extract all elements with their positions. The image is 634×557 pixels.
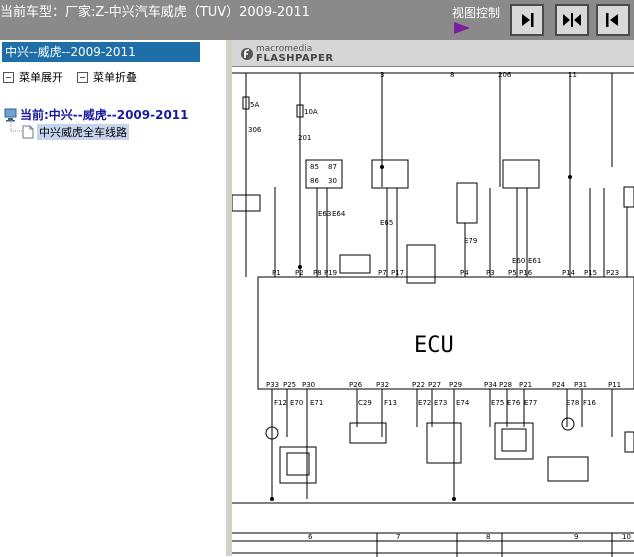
vehicle-title: 当前车型：厂家:Z-中兴汽车威虎（TUV）2009-2011	[0, 5, 310, 20]
ecu-pin-p2: P2	[295, 269, 304, 277]
conn-f12: F12	[274, 399, 287, 407]
flashpaper-viewer: macromedia FLASHPAPER 3 8 206 11 5A 10A …	[232, 40, 634, 557]
wiring-diagram: 3 8 206 11 5A 10A 306 201 85 86 87 30 E6…	[232, 71, 634, 557]
ecu-pin-p22: P22	[412, 381, 425, 389]
conn-e72: E72	[418, 399, 431, 407]
top-number-11: 11	[568, 71, 577, 79]
wire-306: 306	[248, 126, 262, 134]
fuse-label-10a: 10A	[304, 108, 318, 116]
grid-number-7: 7	[396, 533, 400, 541]
prev-page-icon	[606, 13, 618, 27]
ecu-pin-p32: P32	[376, 381, 389, 389]
document-icon	[22, 125, 34, 139]
expand-icon	[3, 71, 14, 83]
conn-e70: E70	[290, 399, 303, 407]
tree-item-wiring[interactable]: 中兴威虎全车线路	[22, 124, 129, 140]
conn-e73: E73	[434, 399, 447, 407]
view-control-label: 视图控制	[452, 6, 501, 20]
ecu-pin-p4: P4	[460, 269, 469, 277]
next-page-icon	[522, 13, 534, 27]
ecu-pin-p19: P19	[324, 269, 337, 277]
menu-collapse-button[interactable]: 菜单折叠	[77, 69, 137, 85]
top-number-8: 8	[450, 71, 454, 79]
ecu-pin-p23: P23	[606, 269, 619, 277]
fit-page-icon	[563, 13, 581, 27]
relay-label-86: 86	[310, 177, 319, 185]
wiring-diagram-page[interactable]: 3 8 206 11 5A 10A 306 201 85 86 87 30 E6…	[232, 66, 634, 557]
misc-label-e79: E79	[464, 237, 477, 245]
fit-page-button[interactable]	[555, 4, 589, 36]
ecu-pin-p16: P16	[519, 269, 533, 277]
next-page-button[interactable]	[510, 4, 544, 36]
conn-e77: E77	[524, 399, 537, 407]
ecu-pin-p14: P14	[562, 269, 576, 277]
relay-label-87: 87	[328, 163, 337, 171]
grid-number-9: 9	[574, 533, 578, 541]
conn-e76: E76	[507, 399, 521, 407]
grid-number-10: 10	[622, 533, 631, 541]
grid-number-8: 8	[486, 533, 490, 541]
misc-label-e60: E60	[512, 257, 525, 265]
ecu-pin-p31: P31	[574, 381, 587, 389]
ecu-pin-p26: P26	[349, 381, 363, 389]
ecu-pin-p17: P17	[391, 269, 404, 277]
grid-number-6: 6	[308, 533, 313, 541]
conn-e75: E75	[491, 399, 504, 407]
flashpaper-logo: macromedia FLASHPAPER	[240, 45, 334, 64]
ecu-pin-p5: P5	[508, 269, 517, 277]
relay-label-85: 85	[310, 163, 319, 171]
ecu-pin-p1: P1	[272, 269, 281, 277]
sidebar-header: 中兴--威虎--2009-2011	[2, 42, 200, 62]
top-bar: 当前车型：厂家:Z-中兴汽车威虎（TUV）2009-2011 视图控制	[0, 0, 634, 40]
ecu-pin-p29: P29	[449, 381, 462, 389]
tree-root[interactable]: 当前:中兴--威虎--2009-2011	[4, 106, 189, 123]
ecu-pin-p7: P7	[378, 269, 387, 277]
ecu-pin-p33: P33	[266, 381, 279, 389]
top-number-3: 3	[380, 71, 384, 79]
wire-201: 201	[298, 134, 311, 142]
menu-expand-label: 菜单展开	[19, 71, 63, 84]
relay-label-30: 30	[328, 177, 337, 185]
misc-label-e65: E65	[380, 219, 393, 227]
ecu-pin-p8: P8	[313, 269, 322, 277]
top-number-206: 206	[498, 71, 512, 79]
ecu-pin-p34: P34	[484, 381, 498, 389]
misc-label-e61: E61	[528, 257, 541, 265]
ecu-pin-p25: P25	[283, 381, 296, 389]
conn-f16: F16	[583, 399, 596, 407]
ecu-label: ECU	[414, 333, 454, 358]
play-arrow-icon[interactable]	[454, 22, 470, 34]
collapse-icon	[77, 71, 88, 83]
conn-c29: C29	[358, 399, 372, 407]
ecu-pin-p11: P11	[608, 381, 621, 389]
conn-e71: E71	[310, 399, 323, 407]
conn-e74: E74	[456, 399, 470, 407]
misc-label-e63: E63	[318, 210, 331, 218]
left-panel: 中兴--威虎--2009-2011 菜单展开 菜单折叠 当前:中兴--威虎--2…	[0, 40, 227, 556]
logo-brand-text: FLASHPAPER	[256, 53, 334, 64]
prev-page-button[interactable]	[596, 4, 630, 36]
tree-root-label: 当前:中兴--威虎--2009-2011	[20, 108, 189, 122]
flash-logo-icon	[241, 48, 253, 60]
fuse-label-5a: 5A	[250, 101, 259, 109]
ecu-pin-p24: P24	[552, 381, 566, 389]
tree-item-label: 中兴威虎全车线路	[37, 124, 129, 140]
ecu-pin-p15: P15	[584, 269, 597, 277]
ecu-pin-p21: P21	[519, 381, 532, 389]
ecu-pin-p30: P30	[302, 381, 315, 389]
conn-e78: E78	[566, 399, 579, 407]
conn-f13: F13	[384, 399, 397, 407]
menu-collapse-label: 菜单折叠	[93, 71, 137, 84]
ecu-pin-p3: P3	[486, 269, 495, 277]
ecu-pin-p28: P28	[499, 381, 512, 389]
misc-label-e64: E64	[332, 210, 346, 218]
ecu-pin-p27: P27	[428, 381, 441, 389]
menu-expand-button[interactable]: 菜单展开	[3, 69, 63, 85]
